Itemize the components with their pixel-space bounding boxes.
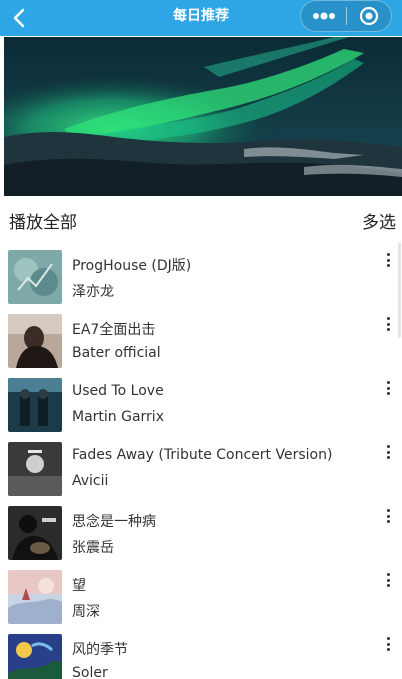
album-cover: [8, 634, 62, 679]
song-title: 风的季节: [72, 642, 128, 658]
more-options-button[interactable]: [380, 570, 396, 590]
song-title: EA7全面出击: [72, 322, 156, 338]
more-menu-button[interactable]: [301, 1, 346, 31]
song-title: 思念是一种病: [72, 514, 156, 530]
more-options-button[interactable]: [380, 442, 396, 462]
song-artist: 泽亦龙: [72, 284, 114, 300]
song-artist: 张震岳: [72, 540, 114, 556]
album-cover: [8, 442, 62, 496]
more-dots-icon: [312, 12, 335, 20]
album-cover: [8, 250, 62, 304]
song-title: Fades Away (Tribute Concert Version): [72, 447, 333, 463]
song-artist: Martin Garrix: [72, 409, 164, 425]
song-row[interactable]: 风的季节 Soler: [0, 625, 402, 679]
song-row[interactable]: 望 周深: [0, 561, 402, 625]
album-cover: [8, 570, 62, 624]
mini-program-capsule: [300, 0, 392, 32]
multi-select-button[interactable]: 多选: [362, 208, 396, 233]
song-row[interactable]: Used To Love Martin Garrix: [0, 369, 402, 433]
album-cover: [8, 314, 62, 368]
song-artist: 周深: [72, 604, 100, 620]
song-row[interactable]: EA7全面出击 Bater official: [0, 305, 402, 369]
nav-bar: 每日推荐: [0, 0, 402, 36]
list-header: 播放全部 多选: [0, 196, 402, 241]
banner-image: [4, 37, 402, 196]
album-cover: [8, 378, 62, 432]
target-circle-icon: [359, 6, 379, 26]
song-artist: Bater official: [72, 345, 161, 361]
song-list: ProgHouse (DJ版) 泽亦龙 EA7全面出击 Bater offici…: [0, 241, 402, 679]
close-mini-program-button[interactable]: [347, 1, 391, 31]
album-cover: [8, 506, 62, 560]
song-title: 望: [72, 578, 86, 594]
song-title: ProgHouse (DJ版): [72, 258, 192, 274]
more-options-button[interactable]: [380, 634, 396, 654]
song-artist: Soler: [72, 665, 108, 679]
scrollbar[interactable]: [398, 243, 401, 338]
song-title: Used To Love: [72, 383, 164, 399]
play-all-button[interactable]: 播放全部: [9, 208, 77, 233]
more-options-button[interactable]: [380, 250, 396, 270]
song-row[interactable]: Fades Away (Tribute Concert Version) Avi…: [0, 433, 402, 497]
more-options-button[interactable]: [380, 506, 396, 526]
song-row[interactable]: 思念是一种病 张震岳: [0, 497, 402, 561]
song-artist: Avicii: [72, 473, 109, 489]
more-options-button[interactable]: [380, 378, 396, 398]
more-options-button[interactable]: [380, 314, 396, 334]
song-row[interactable]: ProgHouse (DJ版) 泽亦龙: [0, 241, 402, 305]
